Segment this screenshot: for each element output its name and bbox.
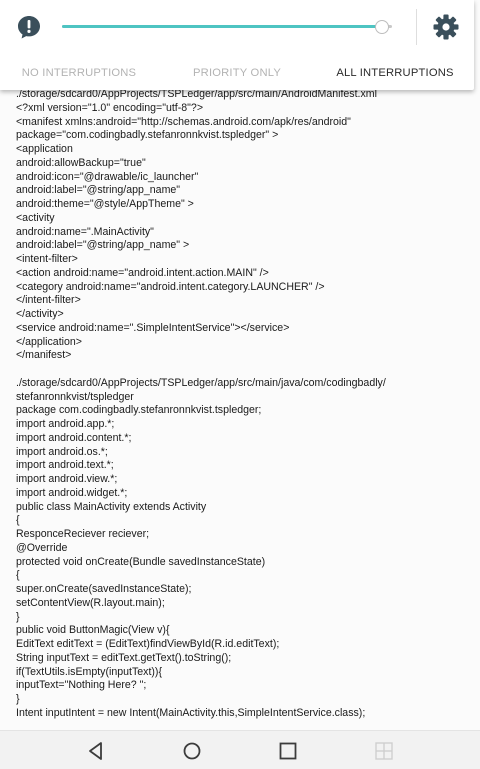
document-text: ./storage/sdcard0/AppProjects/TSPLedger/… (16, 88, 472, 721)
text-line (16, 363, 472, 377)
text-line: public void ButtonMagic(View v){ (16, 624, 170, 637)
text-line: if(TextUtils.isEmpty(inputText)){ (16, 665, 162, 678)
text-line: <service android:name=".SimpleIntentServ… (16, 321, 290, 334)
text-line: } (16, 693, 20, 705)
text-line: </intent-filter> (16, 294, 81, 307)
text-line: inputText="Nothing Here? "; (16, 679, 147, 692)
text-line: android:name=".MainActivity" (16, 225, 154, 238)
slider-fill (62, 25, 383, 28)
text-line: EditText editText = (EditText)findViewBy… (16, 638, 280, 650)
text-line: import android.content.*; (16, 431, 132, 444)
text-line: </activity> (16, 308, 64, 320)
text-line: ./storage/sdcard0/AppProjects/TSPLedger/… (16, 88, 377, 100)
tab-priority-only[interactable]: PRIORITY ONLY (158, 60, 316, 86)
text-line: import android.text.*; (16, 459, 114, 472)
text-line: <activity (16, 211, 55, 224)
volume-slider[interactable] (62, 14, 402, 40)
recents-icon[interactable] (276, 739, 300, 763)
gear-icon[interactable] (432, 13, 460, 41)
text-line: stefanronnkvist/tspledger (16, 390, 134, 403)
text-line: super.onCreate(savedInstanceState); (16, 583, 192, 595)
text-line: android:theme="@style/AppTheme" > (16, 198, 194, 210)
text-line: <application (16, 143, 73, 155)
text-line: package com.codingbadly.stefanronnkvist.… (16, 404, 262, 417)
text-line: package="com.codingbadly.stefanronnkvist… (16, 129, 279, 142)
text-line: android:allowBackup="true" (16, 156, 146, 169)
text-line: <action android:name="android.intent.act… (16, 266, 269, 279)
text-line: Intent inputIntent = new Intent(MainActi… (16, 706, 366, 719)
tab-no-interruptions[interactable]: NO INTERRUPTIONS (0, 60, 158, 86)
text-line: } (16, 610, 20, 623)
text-line: </application> (16, 335, 82, 348)
interruptions-panel: NO INTERRUPTIONS PRIORITY ONLY ALL INTER… (0, 0, 474, 90)
divider (416, 9, 417, 45)
text-line: android:icon="@drawable/ic_launcher" (16, 170, 199, 183)
text-line: { (16, 569, 20, 582)
text-line: { (16, 514, 20, 527)
text-line: <manifest xmlns:android="http://schemas.… (16, 115, 351, 128)
navigation-bar (0, 730, 480, 769)
text-line: ./storage/sdcard0/AppProjects/TSPLedger/… (16, 376, 386, 389)
back-icon[interactable] (84, 739, 108, 763)
text-line: android:label="@string/app_name" > (16, 239, 190, 252)
tab-all-interruptions[interactable]: ALL INTERRUPTIONS (316, 60, 474, 86)
text-line: setContentView(R.layout.main); (16, 596, 165, 609)
text-line: <?xml version="1.0" encoding="utf-8"?> (16, 101, 204, 114)
text-line: <category android:name="android.intent.c… (16, 280, 325, 293)
text-line: <intent-filter> (16, 253, 78, 265)
interruption-mode-tabs: NO INTERRUPTIONS PRIORITY ONLY ALL INTER… (0, 60, 474, 86)
text-line: import android.app.*; (16, 418, 115, 430)
text-line: String inputText = editText.getText().to… (16, 651, 232, 664)
text-line: import android.view.*; (16, 473, 118, 485)
text-line: @Override (16, 541, 68, 554)
home-icon[interactable] (180, 739, 204, 763)
multiwindow-icon[interactable] (372, 739, 396, 763)
slider-thumb[interactable] (375, 20, 390, 34)
document-viewer[interactable]: ./storage/sdcard0/AppProjects/TSPLedger/… (0, 0, 480, 730)
text-line: import android.widget.*; (16, 486, 128, 499)
text-line: public class MainActivity extends Activi… (16, 500, 207, 513)
text-line: ResponceReciever reciever; (16, 528, 150, 540)
text-line: import android.os.*; (16, 445, 108, 458)
text-line: android:label="@string/app_name" (16, 184, 181, 197)
alert-icon[interactable] (16, 14, 42, 40)
text-line: protected void onCreate(Bundle savedInst… (16, 555, 266, 568)
text-line: </manifest> (16, 349, 72, 362)
